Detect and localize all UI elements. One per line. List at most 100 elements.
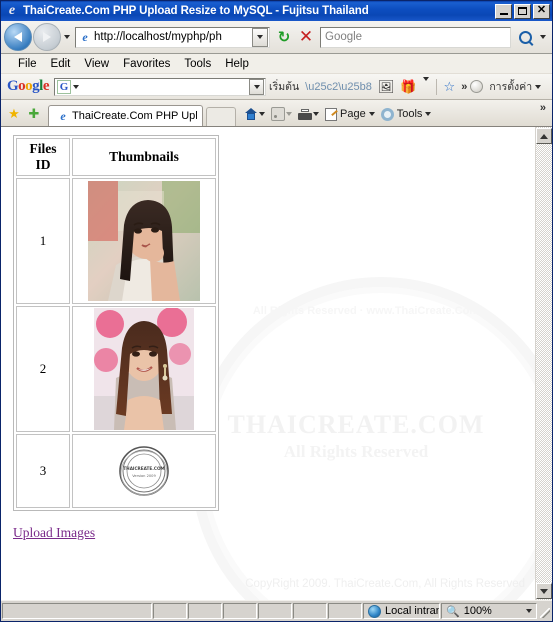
thumbnail-image-1[interactable]	[74, 180, 214, 302]
google-resize-handle[interactable]: \u25c2\u25b8	[305, 81, 372, 93]
chevron-down-icon	[64, 35, 70, 39]
feeds-button[interactable]	[271, 107, 296, 121]
google-extras-icon[interactable]: 🎁	[400, 79, 416, 95]
status-segment-3	[223, 603, 257, 619]
google-extras-dropdown[interactable]	[422, 76, 429, 93]
google-search-dropdown[interactable]	[249, 78, 265, 95]
tools-menu-label: Tools	[396, 108, 423, 120]
security-zone-panel[interactable]: Local intranet	[363, 603, 440, 619]
favorites-center-icon[interactable]: ★	[4, 102, 24, 126]
chevron-down-icon	[259, 112, 265, 116]
page-menu-button[interactable]: Page	[325, 107, 379, 121]
stop-button[interactable]: ✕	[295, 26, 317, 48]
table-row: 3 THAICREATE.COM Version 2009	[16, 434, 216, 508]
menu-item-tools[interactable]: Tools	[177, 55, 218, 73]
status-segment-1	[153, 603, 187, 619]
maximize-button[interactable]	[514, 3, 531, 19]
watermark-title: THAICREATE.COM	[227, 410, 485, 439]
address-dropdown-button[interactable]	[252, 27, 268, 47]
vertical-scrollbar[interactable]	[535, 127, 552, 600]
status-segment-6	[328, 603, 362, 619]
chevron-down-icon[interactable]	[535, 84, 542, 89]
browser-tab[interactable]: e ThaiCreate.Com PHP Uplo...	[48, 105, 203, 126]
window-title: ThaiCreate.Com PHP Upload Resize to MySQ…	[23, 5, 369, 17]
google-settings-circle-icon	[470, 80, 484, 93]
chevron-down-icon	[257, 35, 263, 39]
menu-item-view[interactable]: View	[77, 55, 116, 73]
search-go-button[interactable]	[513, 26, 537, 48]
zoom-panel[interactable]: 🔍 100%	[441, 603, 537, 619]
column-header-files-id: Files ID	[16, 138, 70, 176]
menu-item-edit[interactable]: Edit	[44, 55, 78, 73]
scroll-up-button[interactable]	[536, 128, 552, 144]
page-document-icon	[325, 107, 337, 121]
upload-images-link[interactable]: Upload Images	[13, 525, 95, 541]
chevron-down-icon	[540, 35, 546, 39]
chevron-down-icon[interactable]	[73, 84, 80, 89]
refresh-button[interactable]: ↻	[273, 26, 295, 48]
menu-item-favorites[interactable]: Favorites	[116, 55, 177, 73]
chevron-down-icon	[286, 112, 292, 116]
tab-command-bar: ★ ✚ e ThaiCreate.Com PHP Uplo... Page	[1, 100, 552, 126]
table-row: 2	[16, 306, 216, 432]
search-box[interactable]: Google	[320, 26, 511, 48]
search-icon	[518, 30, 532, 44]
history-dropdown-button[interactable]	[61, 35, 73, 39]
search-provider-dropdown[interactable]	[537, 35, 549, 39]
bookmark-star-icon[interactable]: ☆	[444, 79, 456, 95]
close-button[interactable]: ✕	[533, 3, 550, 19]
address-bar[interactable]: e http://localhost/myphp/ph	[75, 26, 270, 48]
thumbnail-image-3[interactable]: THAICREATE.COM Version 2009	[74, 436, 214, 506]
cell-file-id: 1	[16, 178, 70, 304]
new-tab-button[interactable]	[206, 107, 236, 126]
page-menu-label: Page	[340, 108, 366, 120]
close-x-icon: ✕	[298, 27, 314, 46]
cell-thumbnail	[72, 178, 216, 304]
printer-icon	[298, 108, 312, 120]
column-header-thumbnails: Thumbnails	[72, 138, 216, 176]
menu-item-file[interactable]: File	[11, 55, 44, 73]
back-button[interactable]	[4, 23, 32, 51]
footer-watermark: CopyRight 2009. ThaiCreate.Com, All Righ…	[245, 578, 525, 590]
address-input[interactable]: http://localhost/myphp/ph	[94, 31, 252, 43]
print-button[interactable]	[298, 108, 323, 120]
google-search-input[interactable]: G	[54, 77, 267, 96]
browser-window: e ThaiCreate.Com PHP Upload Resize to My…	[0, 0, 553, 622]
arrow-left-icon	[14, 32, 22, 42]
thumbnail-image-2[interactable]	[74, 308, 214, 430]
command-overflow-button[interactable]: »	[540, 102, 549, 114]
chevron-down-icon[interactable]	[526, 609, 532, 613]
minimize-button[interactable]	[495, 3, 512, 19]
status-segment-5	[293, 603, 327, 619]
chevron-down-icon	[422, 76, 429, 93]
tools-menu-button[interactable]: Tools	[380, 107, 436, 121]
thaicreate-seal-logo-icon: THAICREATE.COM Version 2009	[119, 446, 169, 496]
forward-button[interactable]	[33, 23, 61, 51]
menu-item-help[interactable]: Help	[218, 55, 256, 73]
add-to-favorites-icon[interactable]: ✚	[24, 102, 44, 126]
content-area: All Rights Reserved · www.ThaiCreate.Com…	[1, 126, 552, 600]
status-message	[2, 603, 152, 619]
svg-text:THAICREATE.COM: THAICREATE.COM	[123, 466, 164, 471]
zoom-magnifier-icon: 🔍	[446, 605, 460, 618]
tab-favicon-icon: e	[60, 109, 66, 123]
watermark-ring-text: All Rights Reserved · www.ThaiCreate.Com	[252, 305, 480, 317]
title-bar: e ThaiCreate.Com PHP Upload Resize to My…	[1, 1, 552, 21]
arrow-right-icon	[43, 32, 51, 42]
arrow-down-icon	[540, 588, 548, 594]
tab-title: ThaiCreate.Com PHP Uplo...	[72, 110, 197, 122]
cell-thumbnail: THAICREATE.COM Version 2009	[72, 434, 216, 508]
thumbnails-table: Files ID Thumbnails 1 2 3 THAICREATE.COM…	[13, 135, 219, 511]
google-image-icon[interactable]: 🖼	[378, 79, 395, 95]
refresh-icon: ↻	[277, 29, 291, 46]
close-icon: ✕	[536, 4, 547, 16]
chevron-down-icon	[313, 112, 319, 116]
google-settings-label[interactable]: การตั้งค่า	[489, 78, 532, 95]
google-logo: Google	[7, 78, 50, 94]
resize-grip[interactable]	[537, 603, 551, 619]
home-button[interactable]	[244, 108, 269, 120]
google-overflow-button[interactable]: »	[461, 81, 467, 93]
cell-thumbnail	[72, 306, 216, 432]
scroll-down-button[interactable]	[536, 583, 552, 599]
google-start-label[interactable]: เริ่มต้น	[269, 78, 299, 95]
